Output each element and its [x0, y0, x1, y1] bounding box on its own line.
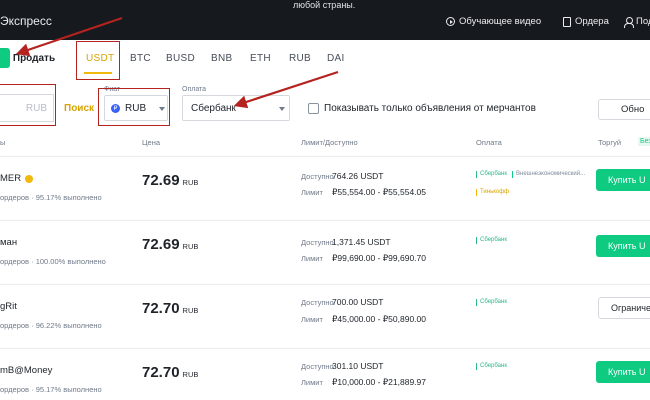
annotation-arrows [15, 16, 339, 109]
p2p-express-page: Экспресс любой страны. Обучающее видео О… [0, 0, 650, 400]
arrow-to-buy [15, 16, 123, 57]
arrow-to-payment [233, 70, 339, 109]
